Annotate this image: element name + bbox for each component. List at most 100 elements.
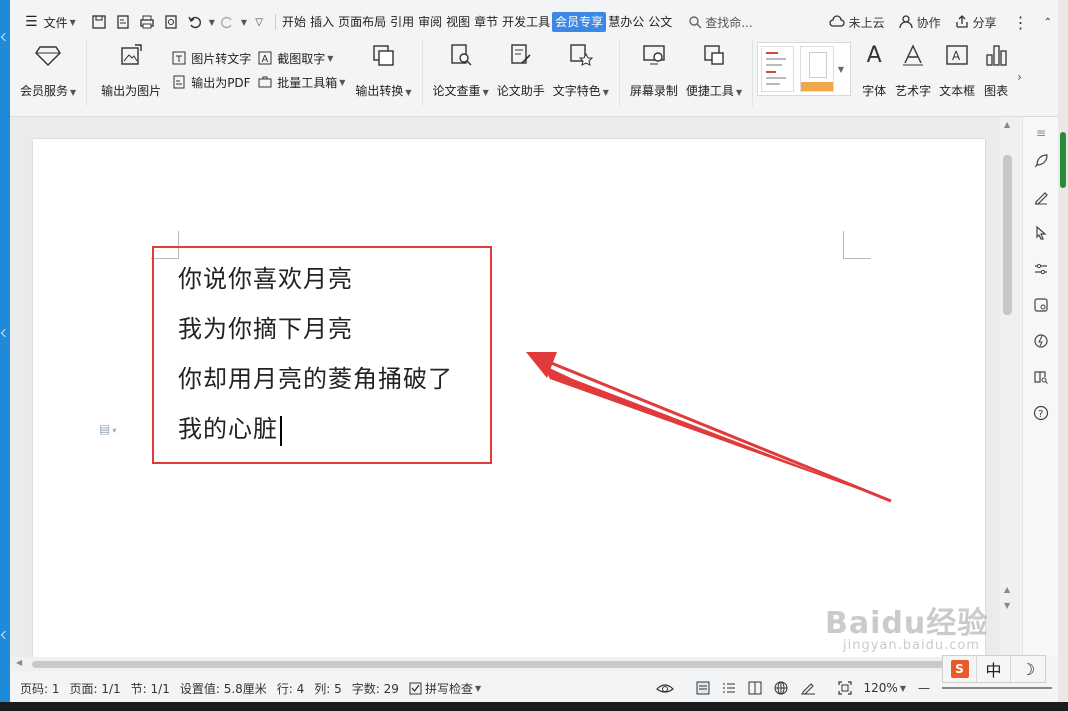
write-mode-icon[interactable] <box>800 681 816 695</box>
vertical-scrollbar[interactable]: ▲ ▲ ▼ <box>1000 117 1018 657</box>
ime-mode-button[interactable]: 中 <box>977 656 1011 682</box>
right-tool-panel: ≡ ? <box>1022 117 1058 657</box>
print-preview-icon[interactable] <box>161 12 181 32</box>
collapse-ribbon-icon[interactable]: ⌃ <box>1044 17 1052 28</box>
status-word-count[interactable]: 字数: 29 <box>352 680 399 697</box>
ribbon-group-tools: 屏幕录制 便捷工具 ▼ <box>620 40 754 106</box>
tab-references[interactable]: 引用 <box>388 12 416 32</box>
undo-dropdown-icon[interactable]: ▼ <box>209 18 215 27</box>
ime-moon-icon[interactable]: ☽ <box>1011 656 1045 682</box>
lightning-icon[interactable] <box>1031 331 1051 351</box>
ribbon-scroll-right-icon[interactable]: › <box>1017 70 1022 84</box>
export-convert-button[interactable]: 输出转换 ▼ <box>351 40 415 99</box>
tab-official-doc[interactable]: 公文 <box>646 12 674 32</box>
collab-button[interactable]: 协作 <box>898 14 941 31</box>
tab-review[interactable]: 审阅 <box>416 12 444 32</box>
ime-toolbar[interactable]: S 中 ☽ <box>942 655 1046 683</box>
scroll-down-icon[interactable]: ▼ <box>1004 601 1010 610</box>
window-scrollbar[interactable] <box>1058 0 1068 711</box>
cursor-select-icon[interactable] <box>1031 223 1051 243</box>
export-pdf-label: 输出为PDF <box>191 75 251 90</box>
redo-dropdown-icon[interactable]: ▼ <box>241 18 247 27</box>
pen-icon[interactable] <box>1031 187 1051 207</box>
cloud-status-label: 未上云 <box>848 15 885 30</box>
font-button[interactable]: A 字体 <box>857 40 891 99</box>
img-to-text-button[interactable]: 图片转文字 <box>171 46 251 70</box>
horizontal-scrollbar[interactable]: ◀ <box>10 657 1020 671</box>
cloud-status-button[interactable]: 未上云 <box>828 14 885 31</box>
tab-page-layout[interactable]: 页面布局 <box>336 12 388 32</box>
customize-toolbar-icon[interactable]: ▽ <box>249 12 269 32</box>
scroll-up-icon[interactable]: ▲ <box>1004 120 1010 129</box>
hscrollbar-thumb[interactable] <box>32 661 1002 668</box>
undo-icon[interactable] <box>185 12 205 32</box>
export-pdf-button[interactable]: 输出为PDF <box>171 70 251 94</box>
template-thumbnail[interactable] <box>761 46 795 92</box>
text-feature-button[interactable]: 文字特色 ▼ <box>549 40 613 99</box>
batch-tools-button[interactable]: 批量工具箱 ▼ <box>257 70 345 94</box>
status-col[interactable]: 列: 5 <box>314 680 342 697</box>
command-search[interactable]: 查找命... <box>688 14 753 31</box>
document-page[interactable]: 你说你喜欢月亮 我为你摘下月亮 你却用月亮的菱角捅破了 我的心脏 ▤ ▾ <box>33 139 985 669</box>
book-search-icon[interactable] <box>1031 367 1051 387</box>
scrollbar-thumb[interactable] <box>1003 155 1012 315</box>
rocket-icon[interactable] <box>1031 151 1051 171</box>
spell-check-toggle[interactable]: 拼写检查 ▼ <box>409 680 481 697</box>
zoom-out-icon[interactable]: — <box>918 681 930 695</box>
thesis-helper-button[interactable]: 论文助手 <box>493 40 549 99</box>
document-canvas[interactable]: 你说你喜欢月亮 我为你摘下月亮 你却用月亮的菱角捅破了 我的心脏 ▤ ▾ <box>10 117 1020 669</box>
image-tool-icon[interactable] <box>1031 295 1051 315</box>
save-icon[interactable] <box>89 12 109 32</box>
web-view-icon[interactable] <box>774 681 788 695</box>
more-options-icon[interactable]: ⋮ <box>1013 13 1029 32</box>
window-scrollbar-thumb[interactable] <box>1060 132 1066 188</box>
status-section[interactable]: 节: 1/1 <box>131 680 170 697</box>
zoom-slider[interactable] <box>942 687 1052 689</box>
template-gallery[interactable]: ▼ <box>757 42 852 96</box>
tab-view[interactable]: 视图 <box>444 12 472 32</box>
template-thumbnail[interactable] <box>800 46 834 92</box>
screen-record-button[interactable]: 屏幕录制 <box>626 40 682 99</box>
help-icon[interactable]: ? <box>1031 403 1051 423</box>
art-text-button[interactable]: 艺术字 <box>891 40 935 99</box>
tab-developer[interactable]: 开发工具 <box>500 12 552 32</box>
tab-chapter[interactable]: 章节 <box>472 12 500 32</box>
gallery-more-icon[interactable]: ▼ <box>838 65 847 74</box>
outline-view-icon[interactable] <box>722 681 736 695</box>
fit-page-icon[interactable] <box>837 681 852 695</box>
file-menu[interactable]: ☰ 文件 ▼ <box>10 11 79 33</box>
image-text-icon <box>171 50 187 66</box>
tab-insert[interactable]: 插入 <box>308 12 336 32</box>
zoom-value: 120% <box>863 681 898 695</box>
eye-protect-icon[interactable] <box>655 681 674 695</box>
export-image-button[interactable]: 输出为图片 <box>97 40 165 99</box>
print-icon[interactable] <box>137 12 157 32</box>
thesis-check-button[interactable]: 论文查重 ▼ <box>429 40 493 99</box>
wps-writer-window: ☰ 文件 ▼ ▼ ▼ ▽ 开始 插入 页面布局 引用 审阅 视图 章节 开发工具… <box>10 0 1068 711</box>
panel-menu-icon[interactable]: ≡ <box>1031 123 1051 143</box>
zoom-level[interactable]: 120% ▼ <box>864 681 906 695</box>
quick-tools-button[interactable]: 便捷工具 ▼ <box>682 40 746 99</box>
vip-service-button[interactable]: 会员服务 ▼ <box>16 40 80 99</box>
status-row[interactable]: 行: 4 <box>277 680 305 697</box>
export-pdf-icon[interactable] <box>113 12 133 32</box>
screenshot-ocr-button[interactable]: A 截图取字 ▼ <box>257 46 345 70</box>
status-setting[interactable]: 设置值: 5.8厘米 <box>180 680 267 697</box>
tab-member[interactable]: 会员专享 <box>552 12 607 32</box>
tab-smart-office[interactable]: 慧办公 <box>606 12 646 32</box>
reading-view-icon[interactable] <box>748 681 762 695</box>
chevron-down-icon: ▼ <box>70 88 77 97</box>
sliders-icon[interactable] <box>1031 259 1051 279</box>
screenshot-ocr-label: 截图取字 <box>277 51 326 66</box>
status-pages[interactable]: 页面: 1/1 <box>70 680 121 697</box>
scroll-down-icon[interactable]: ▲ <box>1004 585 1010 594</box>
share-button[interactable]: 分享 <box>955 14 997 31</box>
text-box-button[interactable]: A 文本框 <box>935 40 979 99</box>
chart-button[interactable]: 图表 <box>979 40 1013 99</box>
page-view-icon[interactable] <box>696 681 710 695</box>
status-page-code[interactable]: 页码: 1 <box>20 680 60 697</box>
tab-home[interactable]: 开始 <box>280 12 308 32</box>
ime-logo-button[interactable]: S <box>943 656 977 682</box>
redo-icon[interactable] <box>217 12 237 32</box>
scroll-left-icon[interactable]: ◀ <box>16 658 22 667</box>
